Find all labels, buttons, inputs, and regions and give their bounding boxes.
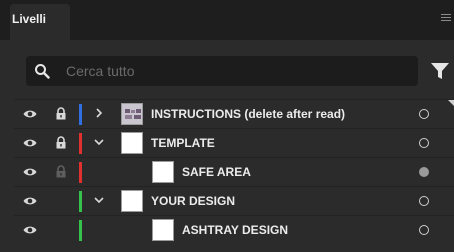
tab-layers[interactable]: Livelli (10, 4, 70, 40)
layer-thumbnail (152, 161, 174, 183)
layer-thumbnail (121, 132, 143, 154)
chevron-down-icon[interactable] (93, 136, 105, 148)
layer-color-bar (79, 133, 82, 154)
target-icon[interactable] (419, 167, 429, 177)
lock-icon[interactable] (55, 107, 67, 120)
target-icon[interactable] (419, 109, 429, 119)
layer-name[interactable]: TEMPLATE (151, 136, 215, 150)
target-icon[interactable] (419, 196, 429, 206)
chevron-down-icon[interactable] (93, 194, 105, 206)
layer-name[interactable]: SAFE AREA (182, 165, 251, 179)
eye-icon[interactable] (23, 195, 37, 207)
layer-color-bar (79, 191, 82, 212)
layer-row-template[interactable]: TEMPLATE (14, 128, 454, 157)
eye-icon[interactable] (23, 166, 37, 178)
eye-icon[interactable] (23, 224, 37, 236)
layer-thumbnail (121, 103, 143, 125)
eye-icon[interactable] (23, 137, 37, 149)
layer-row-your-design[interactable]: YOUR DESIGN (14, 186, 454, 215)
search-icon (35, 64, 50, 79)
panel-menu-icon[interactable] (441, 14, 451, 24)
layers-list: INSTRUCTIONS (delete after read) TEMPLAT… (14, 99, 454, 244)
layer-row-ashtray-design[interactable]: ASHTRAY DESIGN (14, 215, 454, 244)
layer-name[interactable]: INSTRUCTIONS (delete after read) (151, 107, 345, 121)
search-box (26, 56, 418, 86)
layer-row-safe-area[interactable]: SAFE AREA (14, 157, 454, 186)
target-icon[interactable] (419, 225, 429, 235)
layer-thumbnail (152, 219, 174, 241)
layer-color-bar (79, 162, 82, 183)
lock-icon[interactable] (55, 165, 67, 178)
lock-icon[interactable] (55, 136, 67, 149)
filter-icon[interactable] (430, 62, 450, 80)
layer-name[interactable]: ASHTRAY DESIGN (182, 223, 288, 237)
layer-color-bar (79, 220, 82, 241)
layer-color-bar (79, 104, 82, 125)
chevron-right-icon[interactable] (93, 107, 105, 119)
target-icon[interactable] (419, 138, 429, 148)
layer-name[interactable]: YOUR DESIGN (151, 194, 235, 208)
layer-thumbnail (121, 190, 143, 212)
search-input[interactable] (66, 56, 406, 86)
panel-tab-bar: Livelli (0, 0, 454, 40)
layer-row-instructions[interactable]: INSTRUCTIONS (delete after read) (14, 99, 454, 128)
selection-corner-icon (448, 100, 454, 106)
eye-icon[interactable] (23, 108, 37, 120)
